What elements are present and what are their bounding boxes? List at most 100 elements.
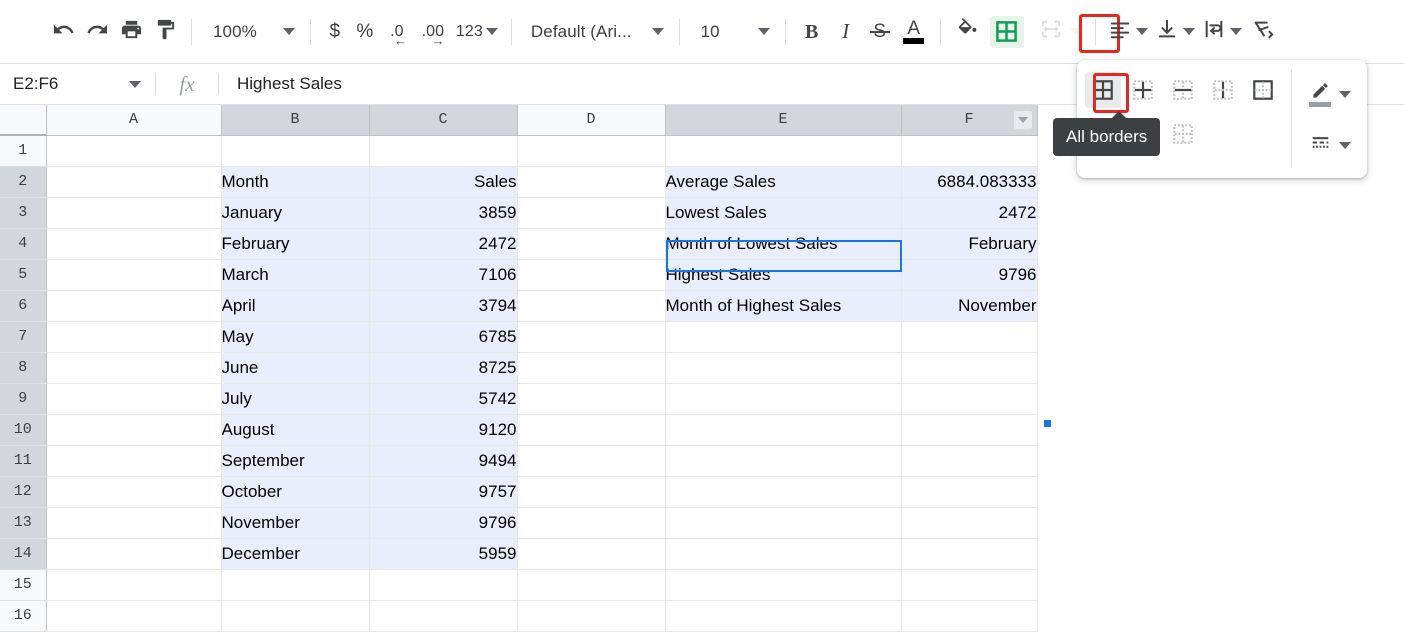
cell-C4[interactable]: 2472 [369, 228, 518, 260]
name-box[interactable]: E2:F6 [0, 64, 155, 104]
cell-A1[interactable] [46, 135, 222, 167]
cell-A5[interactable] [46, 259, 222, 291]
cell-E15[interactable] [665, 569, 902, 601]
cell-C12[interactable]: 9757 [369, 476, 518, 508]
cell-B13[interactable]: November [221, 507, 370, 539]
column-header-A[interactable]: A [46, 105, 222, 136]
cell-B7[interactable]: May [221, 321, 370, 353]
horizontal-align-button[interactable] [1105, 13, 1152, 51]
border-option-all-borders[interactable] [1085, 72, 1121, 108]
cell-C9[interactable]: 5742 [369, 383, 518, 415]
cell-E13[interactable] [665, 507, 902, 539]
cell-E7[interactable] [665, 321, 902, 353]
italic-button[interactable]: I [829, 13, 863, 51]
cell-E3[interactable]: Lowest Sales [665, 197, 902, 229]
cell-A7[interactable] [46, 321, 222, 353]
cell-A16[interactable] [46, 600, 222, 632]
cell-C10[interactable]: 9120 [369, 414, 518, 446]
row-header-7[interactable]: 7 [0, 321, 47, 353]
cell-B5[interactable]: March [221, 259, 370, 291]
cell-D14[interactable] [517, 538, 666, 570]
cell-A13[interactable] [46, 507, 222, 539]
cell-B1[interactable] [221, 135, 370, 167]
select-all-corner[interactable] [0, 105, 47, 136]
row-header-8[interactable]: 8 [0, 352, 47, 384]
border-option-outer-borders[interactable] [1245, 72, 1281, 108]
cell-E16[interactable] [665, 600, 902, 632]
cell-D8[interactable] [517, 352, 666, 384]
cell-A15[interactable] [46, 569, 222, 601]
cell-A2[interactable] [46, 166, 222, 198]
column-header-C[interactable]: C [369, 105, 518, 136]
cell-A11[interactable] [46, 445, 222, 477]
column-header-F[interactable]: F [901, 105, 1038, 136]
row-header-13[interactable]: 13 [0, 507, 47, 539]
borders-button[interactable] [986, 13, 1028, 51]
cell-F2[interactable]: 6884.083333 [901, 166, 1038, 198]
cell-C13[interactable]: 9796 [369, 507, 518, 539]
cell-D3[interactable] [517, 197, 666, 229]
cell-C16[interactable] [369, 600, 518, 632]
row-header-9[interactable]: 9 [0, 383, 47, 415]
row-header-3[interactable]: 3 [0, 197, 47, 229]
cell-D16[interactable] [517, 600, 666, 632]
cell-C5[interactable]: 7106 [369, 259, 518, 291]
cell-E6[interactable]: Month of Highest Sales [665, 290, 902, 322]
cell-A14[interactable] [46, 538, 222, 570]
cell-D12[interactable] [517, 476, 666, 508]
border-style-button[interactable] [1310, 133, 1351, 157]
fill-handle[interactable] [1043, 419, 1052, 428]
cell-E10[interactable] [665, 414, 902, 446]
cell-C6[interactable]: 3794 [369, 290, 518, 322]
text-color-button[interactable]: A [897, 13, 931, 51]
text-wrap-button[interactable] [1199, 13, 1246, 51]
cell-E12[interactable] [665, 476, 902, 508]
cell-E14[interactable] [665, 538, 902, 570]
cell-C11[interactable]: 9494 [369, 445, 518, 477]
zoom-selector[interactable]: 100% [201, 13, 301, 51]
cell-B9[interactable]: July [221, 383, 370, 415]
cell-F13[interactable] [901, 507, 1038, 539]
row-header-1[interactable]: 1 [0, 135, 47, 167]
cell-F15[interactable] [901, 569, 1038, 601]
paint-format-button[interactable] [148, 13, 182, 51]
cell-A6[interactable] [46, 290, 222, 322]
cell-B12[interactable]: October [221, 476, 370, 508]
cell-D9[interactable] [517, 383, 666, 415]
cell-D1[interactable] [517, 135, 666, 167]
row-header-10[interactable]: 10 [0, 414, 47, 446]
merge-cells-button[interactable] [1036, 13, 1086, 51]
percent-format-button[interactable]: % [350, 13, 380, 51]
cell-D6[interactable] [517, 290, 666, 322]
cell-D4[interactable] [517, 228, 666, 260]
strikethrough-button[interactable]: S [863, 13, 897, 51]
border-option-horizontal-borders[interactable] [1165, 72, 1201, 108]
cell-B15[interactable] [221, 569, 370, 601]
row-header-6[interactable]: 6 [0, 290, 47, 322]
cell-C1[interactable] [369, 135, 518, 167]
cell-B14[interactable]: December [221, 538, 370, 570]
cell-E11[interactable] [665, 445, 902, 477]
column-header-D[interactable]: D [517, 105, 666, 136]
cell-F9[interactable] [901, 383, 1038, 415]
cell-B16[interactable] [221, 600, 370, 632]
cell-E5[interactable]: Highest Sales [665, 259, 902, 291]
row-header-5[interactable]: 5 [0, 259, 47, 291]
cell-A9[interactable] [46, 383, 222, 415]
row-header-2[interactable]: 2 [0, 166, 47, 198]
cell-D5[interactable] [517, 259, 666, 291]
cell-E9[interactable] [665, 383, 902, 415]
cell-B8[interactable]: June [221, 352, 370, 384]
cell-B6[interactable]: April [221, 290, 370, 322]
cell-E4[interactable]: Month of Lowest Sales [665, 228, 902, 260]
cell-F1[interactable] [901, 135, 1038, 167]
cell-F7[interactable] [901, 321, 1038, 353]
cell-E8[interactable] [665, 352, 902, 384]
cell-C7[interactable]: 6785 [369, 321, 518, 353]
vertical-align-button[interactable] [1152, 13, 1199, 51]
bold-button[interactable]: B [795, 13, 829, 51]
cell-C14[interactable]: 5959 [369, 538, 518, 570]
cell-D15[interactable] [517, 569, 666, 601]
cell-C3[interactable]: 3859 [369, 197, 518, 229]
border-option-vertical-borders[interactable] [1205, 72, 1241, 108]
